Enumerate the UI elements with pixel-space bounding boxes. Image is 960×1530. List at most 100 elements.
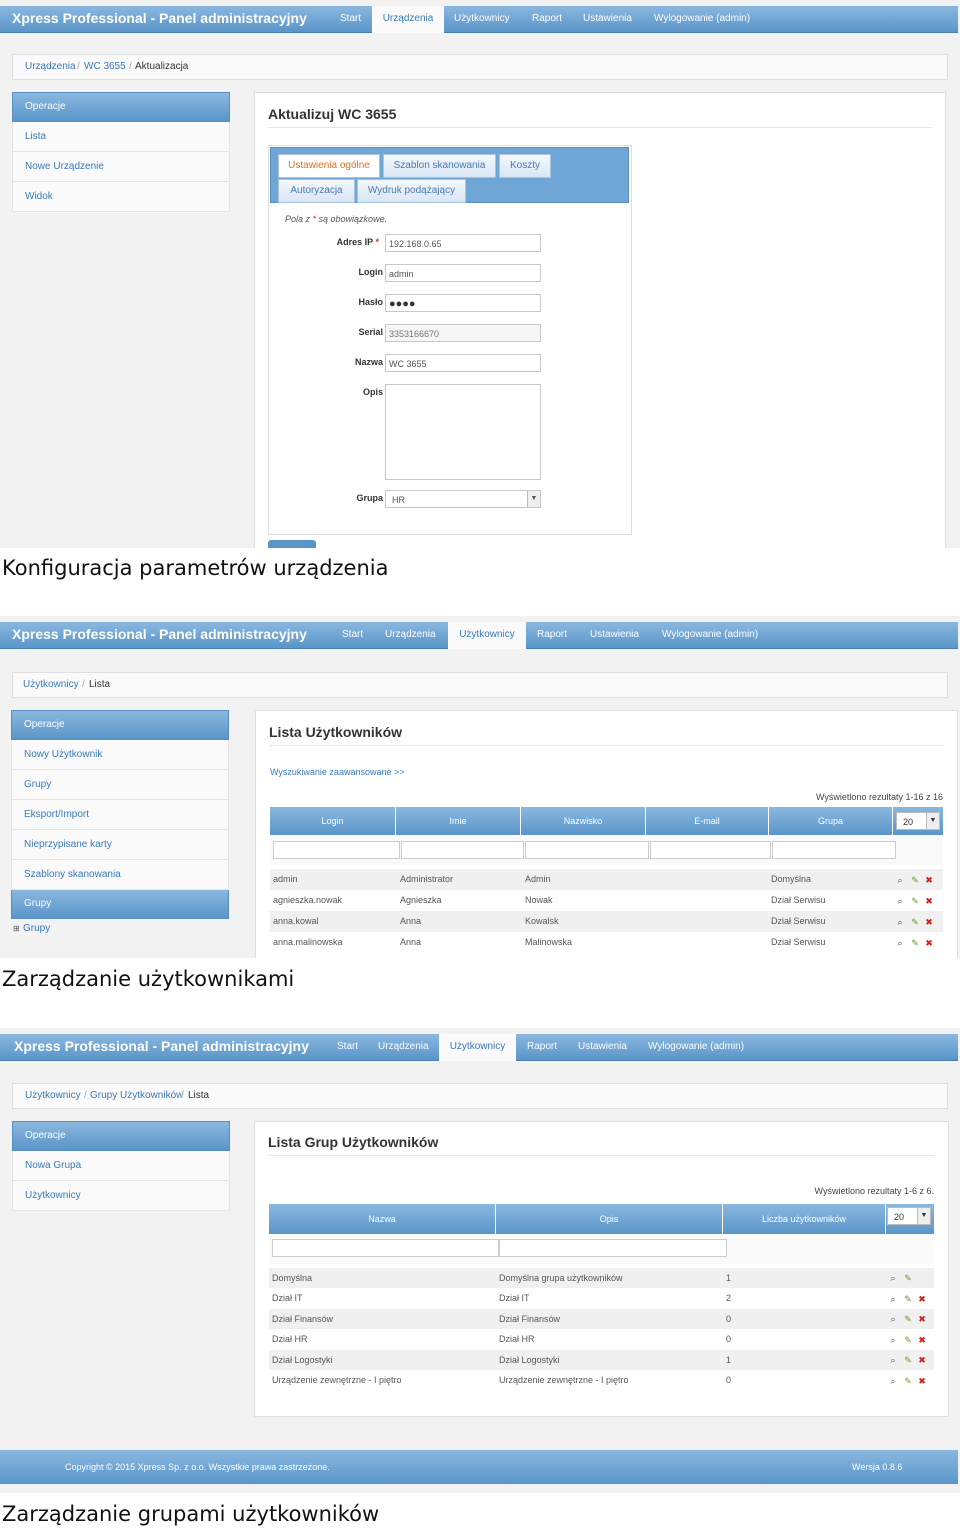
nav-logout[interactable]: Wylogowanie (admin): [648, 1034, 744, 1060]
delete-icon[interactable]: ✖: [924, 938, 934, 948]
edit-icon[interactable]: ✎: [910, 896, 920, 906]
nav-settings[interactable]: Ustawienia: [590, 622, 639, 648]
view-icon[interactable]: ⌕: [895, 938, 905, 948]
filter-last-name[interactable]: [525, 841, 649, 859]
save-button[interactable]: [268, 540, 316, 548]
edit-icon[interactable]: ✎: [910, 917, 920, 927]
view-icon[interactable]: ⌕: [895, 917, 905, 927]
table-row[interactable]: Domyślna Domyślna grupa użytkowników 1 ⌕…: [269, 1268, 934, 1288]
edit-icon[interactable]: ✎: [910, 938, 920, 948]
filter-name[interactable]: [272, 1239, 499, 1257]
nav-users[interactable]: Użytkownicy: [448, 622, 526, 649]
sidebar-item-groups[interactable]: Grupy: [11, 770, 229, 800]
page-size-select[interactable]: 20 ▼: [887, 1207, 931, 1225]
nav-devices[interactable]: Urządzenia: [378, 1034, 429, 1060]
delete-icon[interactable]: ✖: [917, 1355, 927, 1365]
login-input[interactable]: admin: [385, 264, 541, 282]
filter-description[interactable]: [499, 1239, 727, 1257]
nav-logout[interactable]: Wylogowanie (admin): [654, 6, 750, 32]
nav-report[interactable]: Raport: [532, 6, 562, 32]
column-user-count[interactable]: Liczba użytkowników: [723, 1204, 886, 1234]
sidebar-item-users[interactable]: Użytkownicy: [12, 1181, 230, 1211]
breadcrumb-device[interactable]: WC 3655: [84, 55, 126, 79]
sidebar-item-list[interactable]: Lista: [12, 122, 230, 152]
sidebar-item-new-user[interactable]: Nowy Użytkownik: [11, 740, 229, 770]
table-row[interactable]: agnieszka.nowak Agnieszka Nowak Dział Se…: [270, 890, 943, 911]
tab-costs[interactable]: Koszty: [499, 154, 551, 178]
sidebar-tree-groups[interactable]: ⊞ Grupy: [11, 919, 229, 939]
view-icon[interactable]: ⌕: [888, 1273, 898, 1283]
view-icon[interactable]: ⌕: [895, 875, 905, 885]
sidebar-item-view[interactable]: Widok: [12, 182, 230, 212]
sidebar-item-export-import[interactable]: Eksport/Import: [11, 800, 229, 830]
view-icon[interactable]: ⌕: [895, 896, 905, 906]
table-row[interactable]: Dział HR Dział HR 0 ⌕ ✎ ✖: [269, 1329, 934, 1350]
breadcrumb-users[interactable]: Użytkownicy: [23, 673, 79, 697]
delete-icon[interactable]: ✖: [917, 1335, 927, 1345]
sidebar-item-scan-templates[interactable]: Szablony skanowania: [11, 860, 229, 890]
table-row[interactable]: Dział Logostyki Dział Logostyki 1 ⌕ ✎ ✖: [269, 1350, 934, 1370]
delete-icon[interactable]: ✖: [924, 896, 934, 906]
view-icon[interactable]: ⌕: [888, 1355, 898, 1365]
table-row[interactable]: Dział IT Dział IT 2 ⌕ ✎ ✖: [269, 1288, 934, 1309]
edit-icon[interactable]: ✎: [903, 1273, 913, 1283]
description-textarea[interactable]: [385, 384, 541, 480]
nav-users[interactable]: Użytkownicy: [454, 6, 510, 32]
table-row[interactable]: Dział Finansów Dział Finansów 0 ⌕ ✎ ✖: [269, 1309, 934, 1329]
column-group[interactable]: Grupa: [769, 807, 893, 835]
nav-start[interactable]: Start: [337, 1034, 358, 1060]
ip-address-input[interactable]: 192.168.0.65: [385, 234, 541, 252]
nav-users[interactable]: Użytkownicy: [439, 1034, 516, 1061]
column-first-name[interactable]: Imie: [396, 807, 521, 835]
filter-first-name[interactable]: [401, 841, 524, 859]
delete-icon[interactable]: ✖: [924, 917, 934, 927]
table-row[interactable]: Urządzenie zewnętrzne - I piętro Urządze…: [269, 1370, 934, 1391]
filter-email[interactable]: [650, 841, 771, 859]
view-icon[interactable]: ⌕: [888, 1294, 898, 1304]
tab-follow-print[interactable]: Wydruk podążający: [357, 179, 466, 203]
table-row[interactable]: anna.malinowska Anna Malinowska Dział Se…: [270, 932, 943, 953]
edit-icon[interactable]: ✎: [903, 1376, 913, 1386]
sidebar-item-new-device[interactable]: Nowe Urządzenie: [12, 152, 230, 182]
edit-icon[interactable]: ✎: [903, 1355, 913, 1365]
breadcrumb-user-groups[interactable]: Grupy Użytkowników: [90, 1084, 183, 1108]
nav-devices[interactable]: Urządzenia: [385, 622, 436, 648]
nav-settings[interactable]: Ustawienia: [578, 1034, 627, 1060]
filter-group[interactable]: [772, 841, 896, 859]
group-select[interactable]: HR ▼: [385, 490, 541, 508]
tab-authorization[interactable]: Autoryzacja: [278, 179, 355, 203]
nav-logout[interactable]: Wylogowanie (admin): [662, 622, 758, 648]
nav-start[interactable]: Start: [340, 6, 361, 32]
sidebar-item-new-group[interactable]: Nowa Grupa: [12, 1151, 230, 1181]
edit-icon[interactable]: ✎: [903, 1335, 913, 1345]
nav-report[interactable]: Raport: [537, 622, 567, 648]
nav-report[interactable]: Raport: [527, 1034, 557, 1060]
page-size-select[interactable]: 20 ▼: [896, 812, 940, 830]
delete-icon[interactable]: ✖: [917, 1314, 927, 1324]
advanced-search-link[interactable]: Wyszukiwanie zaawansowane >>: [270, 767, 405, 777]
edit-icon[interactable]: ✎: [903, 1294, 913, 1304]
table-row[interactable]: admin Administrator Admin Domyślna ⌕ ✎ ✖: [270, 869, 943, 890]
breadcrumb-users[interactable]: Użytkownicy: [25, 1084, 81, 1108]
column-login[interactable]: Login: [270, 807, 396, 835]
nav-start[interactable]: Start: [342, 622, 363, 648]
edit-icon[interactable]: ✎: [903, 1314, 913, 1324]
column-name[interactable]: Nazwa: [269, 1204, 496, 1234]
column-description[interactable]: Opis: [496, 1204, 723, 1234]
password-input[interactable]: ●●●●: [385, 294, 541, 312]
view-icon[interactable]: ⌕: [888, 1314, 898, 1324]
name-input[interactable]: WC 3655: [385, 354, 541, 372]
view-icon[interactable]: ⌕: [888, 1376, 898, 1386]
table-row[interactable]: anna.kowal Anna Kowalsk Dział Serwisu ⌕ …: [270, 911, 943, 932]
delete-icon[interactable]: ✖: [924, 875, 934, 885]
expand-icon[interactable]: ⊞: [13, 919, 20, 939]
column-email[interactable]: E-mail: [646, 807, 769, 835]
column-last-name[interactable]: Nazwisko: [521, 807, 646, 835]
sidebar-item-unassigned-cards[interactable]: Nieprzypisane karty: [11, 830, 229, 860]
edit-icon[interactable]: ✎: [910, 875, 920, 885]
breadcrumb-devices[interactable]: Urządzenia: [25, 55, 76, 79]
tab-scan-template[interactable]: Szablon skanowania: [383, 154, 496, 178]
nav-devices[interactable]: Urządzenia: [372, 6, 444, 33]
delete-icon[interactable]: ✖: [917, 1294, 927, 1304]
nav-settings[interactable]: Ustawienia: [583, 6, 632, 32]
